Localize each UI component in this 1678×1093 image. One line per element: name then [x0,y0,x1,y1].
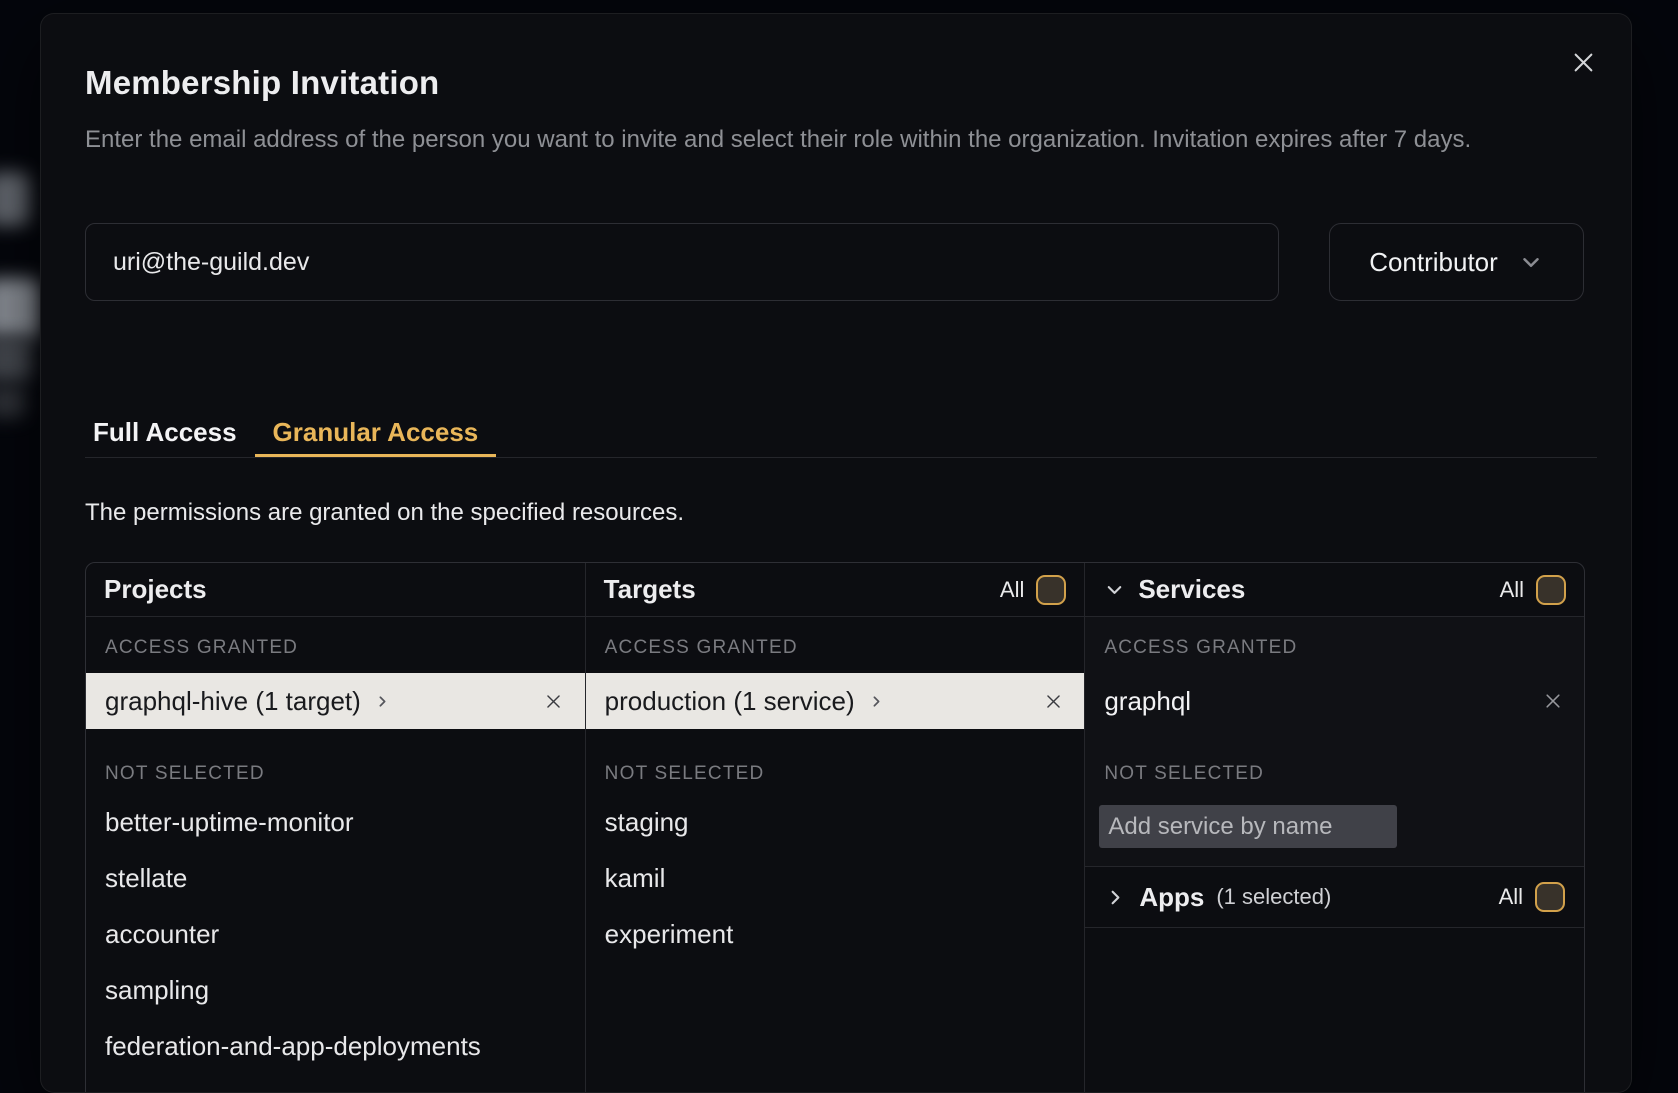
chevron-right-icon [868,693,885,710]
targets-title: Targets [604,574,696,605]
project-option[interactable]: accounter [86,906,585,962]
access-granted-label: ACCESS GRANTED [586,636,1085,660]
targets-all-label: All [1000,577,1024,603]
targets-body: ACCESS GRANTED production (1 service) NO… [586,617,1085,962]
not-selected-label: NOT SELECTED [586,762,1085,786]
x-icon [544,692,563,711]
apps-section-header[interactable]: Apps (1 selected) All [1085,867,1584,928]
selected-target-row[interactable]: production (1 service) [586,673,1085,729]
targets-column: Targets All ACCESS GRANTED production (1… [585,563,1085,1093]
projects-body: ACCESS GRANTED graphql-hive (1 target) N… [86,617,585,1074]
tabs-divider [85,457,1597,458]
backdrop-blur-shape [0,278,40,338]
backdrop-blur-shape [0,386,26,418]
modal-title: Membership Invitation [85,64,439,102]
access-granted-label: ACCESS GRANTED [1085,636,1584,660]
targets-all-checkbox[interactable] [1036,575,1066,605]
apps-all-checkbox[interactable] [1535,882,1565,912]
services-header[interactable]: Services All [1085,563,1584,617]
x-icon [1044,692,1063,711]
backdrop-blur-shape [0,172,30,226]
selected-service-label: graphql [1104,686,1191,717]
add-service-input[interactable] [1099,805,1397,848]
selected-target-label: production (1 service) [605,686,855,717]
apps-all-label: All [1499,884,1523,910]
selected-service-row[interactable]: graphql [1085,673,1584,729]
remove-service-button[interactable] [1541,689,1565,713]
role-select[interactable]: Contributor [1329,223,1584,301]
apps-count: (1 selected) [1216,884,1331,910]
targets-header: Targets All [586,563,1085,617]
selected-project-label: graphql-hive (1 target) [105,686,361,717]
target-option[interactable]: kamil [586,850,1085,906]
resources-grid: Projects ACCESS GRANTED graphql-hive (1 … [85,562,1585,1093]
selected-project-row[interactable]: graphql-hive (1 target) [86,673,585,729]
not-selected-label: NOT SELECTED [86,762,585,786]
role-select-value: Contributor [1369,247,1498,278]
services-all-label: All [1500,577,1524,603]
close-icon [1570,49,1597,76]
tab-full-access[interactable]: Full Access [75,410,255,457]
access-granted-label: ACCESS GRANTED [86,636,585,660]
close-button[interactable] [1566,45,1600,79]
access-tabs: Full Access Granular Access [75,410,496,457]
remove-project-button[interactable] [542,689,566,713]
chevron-right-icon [374,693,391,710]
chevron-down-icon [1103,578,1126,601]
page-background: { "modal": { "title": "Membership Invita… [0,0,1678,1076]
project-option[interactable]: stellate [86,850,585,906]
services-all-checkbox[interactable] [1536,575,1566,605]
backdrop-blur-shape [0,336,32,382]
x-icon [1543,691,1563,711]
project-option[interactable]: federation-and-app-deployments [86,1018,585,1074]
not-selected-label: NOT SELECTED [1085,762,1584,786]
modal-description: Enter the email address of the person yo… [85,119,1597,161]
remove-target-button[interactable] [1041,689,1065,713]
services-title: Services [1138,574,1245,605]
chevron-down-icon [1518,249,1544,275]
project-option[interactable]: better-uptime-monitor [86,794,585,850]
services-column: Services All ACCESS GRANTED graphql NOT … [1084,563,1584,1093]
tab-granular-access[interactable]: Granular Access [255,410,497,457]
permissions-note: The permissions are granted on the speci… [85,499,684,527]
invite-email-input[interactable] [85,223,1279,301]
membership-invitation-modal: Membership Invitation Enter the email ad… [40,13,1632,1093]
apps-title: Apps [1139,882,1204,913]
chevron-right-icon [1104,886,1127,909]
target-option[interactable]: experiment [586,906,1085,962]
target-option[interactable]: staging [586,794,1085,850]
projects-column: Projects ACCESS GRANTED graphql-hive (1 … [86,563,585,1093]
project-option[interactable]: sampling [86,962,585,1018]
services-body: ACCESS GRANTED graphql NOT SELECTED [1085,617,1584,867]
projects-header: Projects [86,563,585,617]
projects-title: Projects [104,574,207,605]
